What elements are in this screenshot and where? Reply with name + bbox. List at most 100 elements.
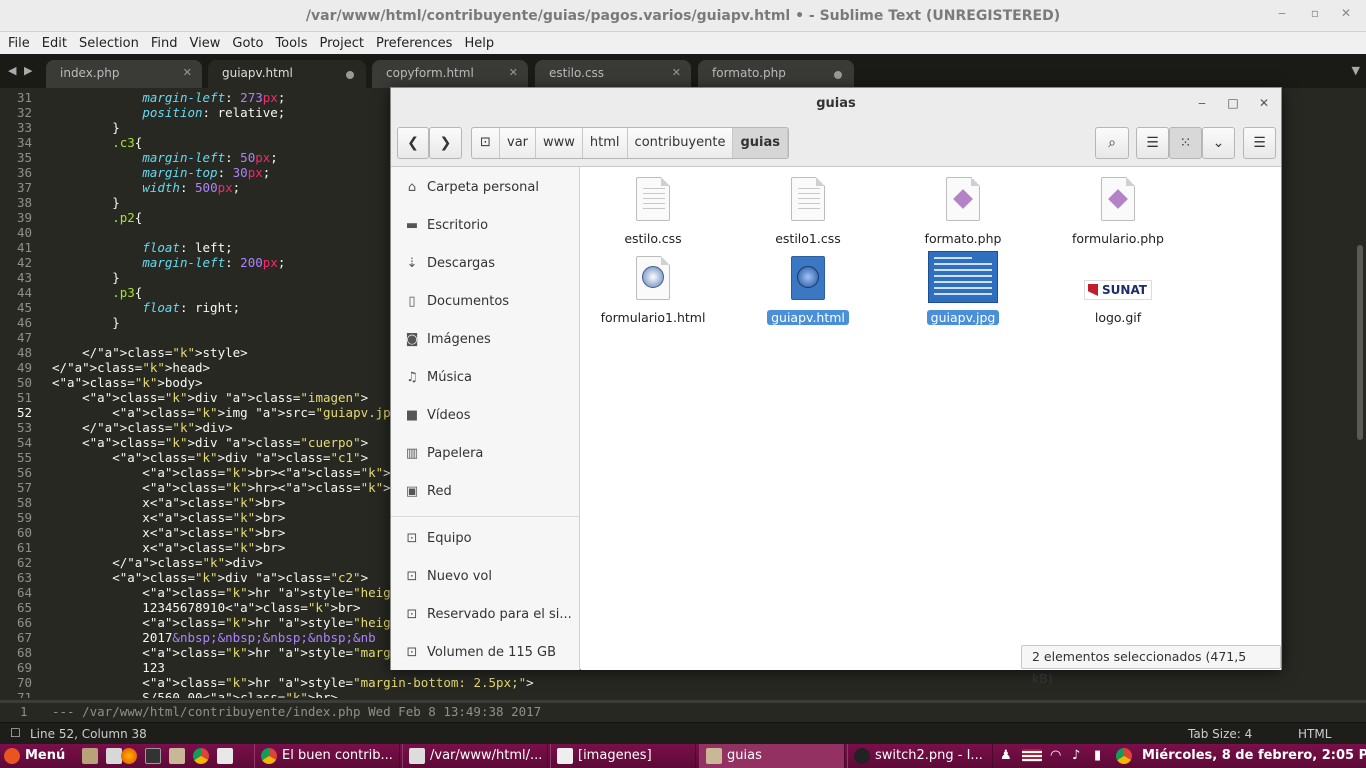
file-item[interactable]: SUNAT logo.gif (1048, 256, 1188, 326)
drive-icon[interactable]: ⊡ (472, 128, 500, 158)
list-view-button[interactable]: ☰ (1136, 127, 1169, 159)
terminal-icon[interactable] (145, 744, 166, 768)
maximize-button[interactable]: □ (1224, 88, 1242, 119)
line-number: 66 (16, 615, 32, 630)
sidebar-item-computer[interactable]: ⊡ Equipo (391, 520, 579, 558)
text-editor-icon[interactable] (217, 744, 238, 768)
file-item[interactable]: formato.php (893, 177, 1033, 247)
menu-view[interactable]: View (184, 36, 227, 51)
menu-project[interactable]: Project (313, 36, 369, 51)
user-icon[interactable]: ♟ (1000, 744, 1012, 768)
sidebar-item-home[interactable]: ⌂ Carpeta personal (391, 169, 579, 207)
menu-help[interactable]: Help (458, 36, 500, 51)
line-number: 58 (16, 495, 32, 510)
folder-icon[interactable] (169, 744, 190, 768)
minimize-button[interactable]: ‒ (1272, 6, 1292, 20)
file-name: formato.php (924, 231, 1002, 246)
selection-status: 2 elementos seleccionados (471,5 kB) (1021, 645, 1281, 686)
tab-overflow-icon[interactable]: ▼ (1352, 64, 1360, 77)
tab-prev-icon[interactable]: ◀ (8, 64, 16, 77)
sidebar-item-videos[interactable]: ■ Vídeos (391, 397, 579, 435)
code-line[interactable]: <"a">class="k">hr "a">style="margin-bott… (52, 675, 820, 690)
tab-estilo-css[interactable]: estilo.css ✕ (535, 60, 691, 88)
file-item[interactable]: formulario1.html (583, 256, 723, 326)
menu-selection[interactable]: Selection (73, 36, 145, 51)
sidebar-item-new-volume[interactable]: ⊡ Nuevo vol (391, 558, 579, 596)
file-item[interactable]: guiapv.jpg (893, 251, 1033, 326)
sidebar-item-pictures[interactable]: ◙ Imágenes (391, 321, 579, 359)
file-item[interactable]: guiapv.html (738, 256, 878, 326)
taskbar-window-chrome[interactable]: El buen contrib... (254, 744, 400, 768)
unsaved-dot-icon[interactable] (346, 71, 354, 79)
taskbar: Menú El buen contrib... /var/www/html/..… (0, 744, 1366, 768)
unsaved-dot-icon[interactable] (834, 71, 842, 79)
file-grid[interactable]: estilo.css estilo1.css formato.php formu… (581, 167, 1281, 686)
wifi-icon[interactable]: ◠ (1050, 744, 1061, 768)
menu-goto[interactable]: Goto (226, 36, 269, 51)
breadcrumb-contribuyente[interactable]: contribuyente (628, 128, 734, 158)
taskbar-window-sublime[interactable]: /var/www/html/... (402, 744, 548, 768)
file-cabinet-icon[interactable] (82, 744, 103, 768)
start-menu-button[interactable]: Menú (4, 744, 65, 768)
tab-copyform-html[interactable]: copyform.html ✕ (372, 60, 528, 88)
back-button[interactable]: ❮ (397, 127, 429, 159)
tab-guiapv-html[interactable]: guiapv.html (208, 60, 366, 88)
close-icon[interactable]: ✕ (509, 66, 518, 79)
menu-file[interactable]: File (2, 36, 36, 51)
scrollbar-thumb[interactable] (1357, 245, 1363, 440)
taskbar-window-guias[interactable]: guias (699, 744, 845, 768)
menu-edit[interactable]: Edit (36, 36, 73, 51)
tab-size[interactable]: Tab Size: 4 (1188, 727, 1252, 741)
battery-icon[interactable]: ▮ (1094, 744, 1101, 768)
sidebar-item-reserved[interactable]: ⊡ Reservado para el si... (391, 596, 579, 634)
tab-index-php[interactable]: index.php ✕ (46, 60, 202, 88)
close-button[interactable]: ✕ (1336, 6, 1356, 20)
file-manager-title: guias (816, 96, 856, 111)
menu-preferences[interactable]: Preferences (370, 36, 458, 51)
us-flag-icon[interactable] (1022, 744, 1047, 768)
syntax-mode[interactable]: HTML (1298, 727, 1331, 741)
breadcrumb-guias[interactable]: guias (733, 128, 788, 158)
editor-scrollbar[interactable] (1354, 90, 1366, 696)
file-item[interactable]: estilo1.css (738, 177, 878, 247)
sidebar-item-trash[interactable]: ▥ Papelera (391, 435, 579, 473)
maximize-button[interactable]: ▫ (1305, 6, 1325, 20)
menu-find[interactable]: Find (145, 36, 184, 51)
forward-button[interactable]: ❯ (429, 127, 462, 159)
breadcrumb-html[interactable]: html (583, 128, 628, 158)
tab-next-icon[interactable]: ▶ (24, 64, 32, 77)
code-line[interactable]: S/560.00<"a">class="k">br> (52, 690, 820, 698)
minimize-button[interactable]: ‒ (1193, 88, 1211, 119)
sidebar-item-documents[interactable]: ▯ Documentos (391, 283, 579, 321)
view-options-button[interactable]: ⌄ (1202, 127, 1235, 159)
menu-tools[interactable]: Tools (269, 36, 313, 51)
clock[interactable]: Miércoles, 8 de febrero, 2:05 PM (1142, 744, 1366, 768)
close-icon[interactable]: ✕ (183, 66, 192, 79)
close-button[interactable]: ✕ (1255, 88, 1273, 119)
sidebar-item-volume-115gb[interactable]: ⊡ Volumen de 115 GB (391, 634, 579, 672)
tab-formato-php[interactable]: formato.php (698, 60, 854, 88)
sidebar-item-network[interactable]: ▣ Red (391, 473, 579, 511)
menu-button[interactable]: ☰ (1243, 127, 1276, 159)
status-bar: ☐ Line 52, Column 38 Tab Size: 4 HTML (0, 722, 1366, 744)
breadcrumb-www[interactable]: www (536, 128, 583, 158)
grid-view-button[interactable]: ⁙ (1169, 127, 1202, 159)
file-item[interactable]: estilo.css (583, 177, 723, 247)
taskbar-window-inkscape[interactable]: switch2.png - I... (847, 744, 993, 768)
search-button[interactable]: ⌕ (1095, 127, 1129, 159)
file-item[interactable]: formulario.php (1048, 177, 1188, 247)
taskbar-window-imagenes[interactable]: [imagenes] (550, 744, 696, 768)
line-number: 36 (16, 165, 32, 180)
file-manager-titlebar: guias ‒ □ ✕ (391, 88, 1281, 119)
sidebar-item-music[interactable]: ♫ Música (391, 359, 579, 397)
sidebar-item-desktop[interactable]: ▬ Escritorio (391, 207, 579, 245)
chrome-tray-icon[interactable] (1116, 744, 1137, 768)
volume-icon[interactable]: ♪ (1072, 744, 1080, 768)
firefox-icon[interactable] (121, 744, 142, 768)
line-number: 47 (16, 330, 32, 345)
sidebar-item-downloads[interactable]: ⇣ Descargas (391, 245, 579, 283)
chrome-icon[interactable] (193, 744, 214, 768)
close-icon[interactable]: ✕ (672, 66, 681, 79)
panel-toggle-icon[interactable]: ☐ (10, 726, 21, 740)
breadcrumb-var[interactable]: var (500, 128, 537, 158)
